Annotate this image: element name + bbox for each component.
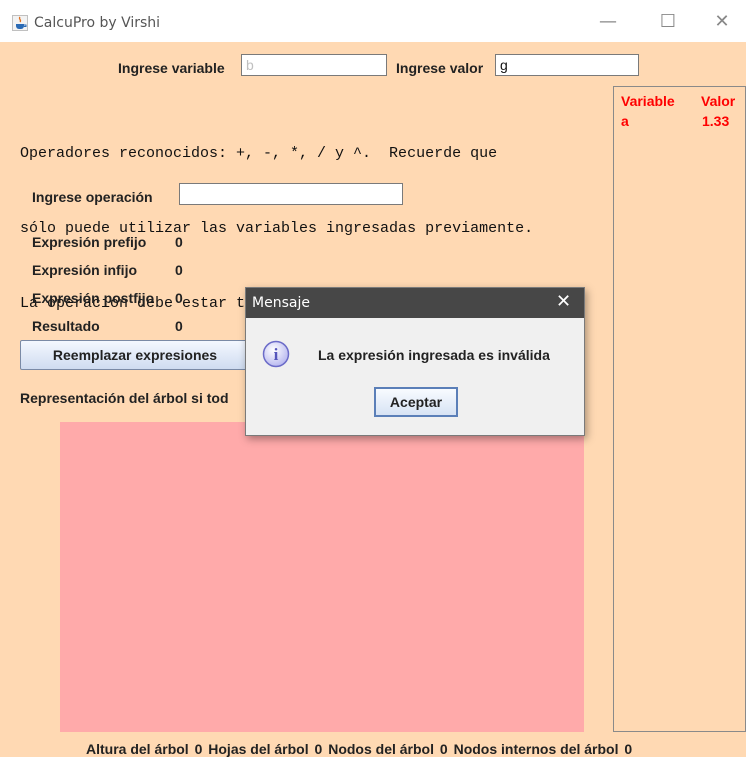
tree-canvas	[60, 422, 584, 732]
info-icon: i	[262, 340, 290, 368]
info-icon-glyph: i	[274, 345, 279, 364]
tree-nodes-label: Nodos del árbol	[328, 741, 434, 757]
tree-height-value: 0	[194, 741, 203, 757]
variable-input[interactable]	[241, 54, 387, 76]
title-bar[interactable]: CalcuPro by Virshi — ☐ ✕	[0, 0, 746, 42]
window-title: CalcuPro by Virshi	[34, 15, 161, 31]
dialog-message: La expresión ingresada es inválida	[318, 347, 550, 363]
result-label: Resultado	[32, 318, 100, 334]
table-cell-variable: a	[621, 113, 629, 129]
prefix-label: Expresión prefijo	[32, 234, 147, 250]
dialog-title-bar[interactable]: Mensaje ✕	[246, 288, 584, 318]
tree-stats: Altura del árbol 0 Hojas del árbol 0 Nod…	[86, 741, 634, 757]
maximize-icon[interactable]: ☐	[656, 10, 680, 34]
message-dialog: Mensaje ✕ i La expresión ingresada es in…	[245, 287, 585, 436]
replace-expressions-button[interactable]: Reemplazar expresiones	[20, 340, 250, 370]
prefix-value: 0	[175, 234, 183, 250]
postfix-value: 0	[175, 290, 183, 306]
dialog-title: Mensaje	[252, 295, 310, 311]
result-value: 0	[175, 318, 183, 334]
tree-nodes-value: 0	[439, 741, 448, 757]
operation-label: Ingrese operación	[32, 189, 153, 205]
infix-value: 0	[175, 262, 183, 278]
postfix-label: Expresión postfijo	[32, 290, 155, 306]
close-icon[interactable]: ✕	[710, 10, 734, 34]
dialog-close-icon[interactable]: ✕	[556, 291, 571, 312]
tree-height-label: Altura del árbol	[86, 741, 189, 757]
table-cell-value: 1.33	[702, 113, 730, 129]
accept-button[interactable]: Aceptar	[374, 387, 458, 417]
tree-leaves-label: Hojas del árbol	[208, 741, 309, 757]
table-header-variable: Variable	[621, 93, 675, 109]
table-header-value: Valor	[701, 93, 736, 109]
tree-internal-nodes-value: 0	[624, 741, 633, 757]
value-input[interactable]	[495, 54, 639, 76]
tree-internal-nodes-label: Nodos internos del árbol	[453, 741, 619, 757]
variables-table: Variable Valor a 1.33	[613, 86, 746, 732]
minimize-icon[interactable]: —	[596, 10, 620, 34]
tree-leaves-value: 0	[314, 741, 323, 757]
instructions-line: Operadores reconocidos: +, -, *, / y ^. …	[20, 145, 498, 162]
java-app-icon	[12, 15, 28, 31]
app-window: CalcuPro by Virshi — ☐ ✕ Ingrese variabl…	[0, 0, 746, 757]
operation-input[interactable]	[179, 183, 403, 205]
value-label: Ingrese valor	[396, 60, 484, 76]
tree-representation-label: Representación del árbol si tod	[20, 390, 229, 406]
variable-label: Ingrese variable	[118, 60, 225, 76]
infix-label: Expresión infijo	[32, 262, 138, 278]
